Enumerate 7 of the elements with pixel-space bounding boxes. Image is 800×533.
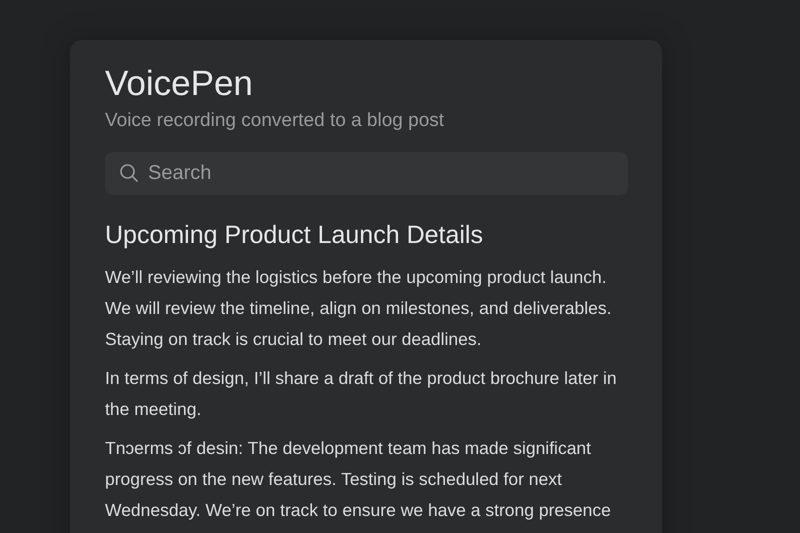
post-paragraph: Tnɔerms ɔf desin: The development team has made significant progress on the new features. Testing is scheduled for next Wednesday. We’re on track to ensure we have a strong presence — [105, 437, 612, 522]
app-subtitle: Voice recording converted to a blog post — [105, 110, 446, 132]
post-title: Upcoming Product Launch Details — [105, 221, 484, 250]
post-paragraph: In terms of design, I’ll share a draft of the product brochure later in the meeting. — [105, 367, 618, 421]
post-paragraph: We’ll reviewing the logistics before the upcoming product launch. We will review the timeline, align on milestones, and deliverables. Staying on track is crucial to meet our deadlines. — [105, 266, 612, 351]
app-title: VoicePen — [105, 64, 254, 104]
search-field[interactable]: Search — [105, 152, 628, 195]
